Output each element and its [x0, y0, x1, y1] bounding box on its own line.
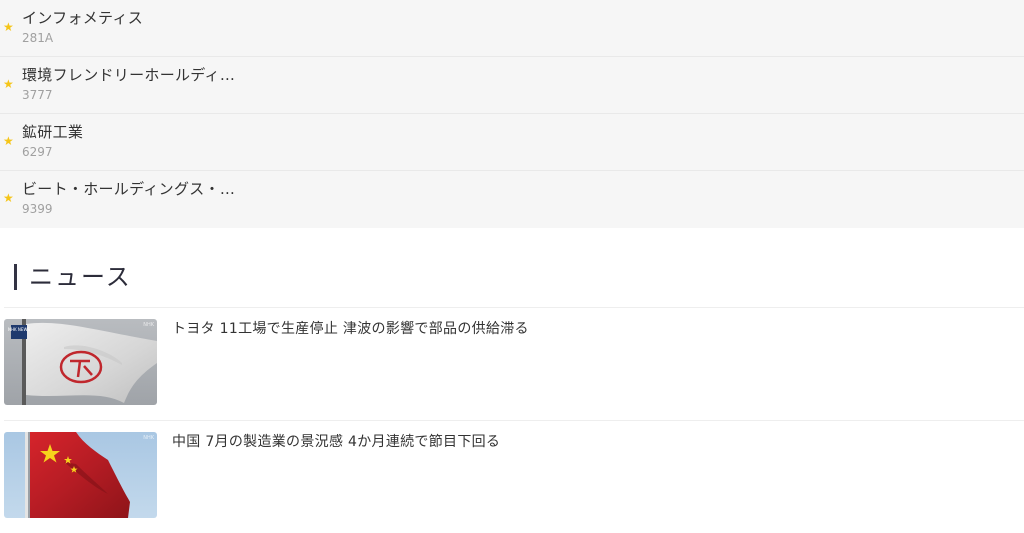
watchlist-item[interactable]: ★ ビート・ホールディングス・… 9399: [0, 171, 1024, 227]
news-item[interactable]: NHK NEWS NHK トヨタ 11工場で生産停止 津波の影響で部品の供給滞る: [4, 307, 1024, 420]
news-title[interactable]: トヨタ 11工場で生産停止 津波の影響で部品の供給滞る: [172, 320, 529, 338]
thumb-watermark: NHK: [143, 435, 155, 441]
stock-code: 6297: [22, 145, 53, 159]
thumb-watermark: NHK: [143, 322, 155, 328]
watchlist-item[interactable]: ★ インフォメティス 281A: [0, 0, 1024, 57]
news-heading-text: ニュース: [29, 263, 132, 291]
star-icon[interactable]: ★: [3, 192, 15, 204]
stock-code: 281A: [22, 31, 54, 45]
flag-china-icon: NHK: [4, 432, 157, 518]
stock-name: インフォメティス: [22, 9, 144, 27]
stock-code: 9399: [22, 202, 53, 216]
heading-accent-bar: [14, 264, 17, 290]
star-icon[interactable]: ★: [3, 21, 15, 33]
watchlist-item[interactable]: ★ 環境フレンドリーホールディ… 3777: [0, 57, 1024, 114]
news-title[interactable]: 中国 7月の製造業の景況感 4か月連続で節目下回る: [172, 433, 500, 451]
news-section-heading: ニュース: [14, 262, 132, 292]
stock-name: 環境フレンドリーホールディ…: [22, 66, 236, 84]
stock-name: ビート・ホールディングス・…: [22, 180, 236, 198]
flag-toyota-icon: NHK NEWS NHK: [4, 319, 157, 405]
star-icon[interactable]: ★: [3, 135, 15, 147]
star-icon[interactable]: ★: [3, 78, 15, 90]
watchlist-item[interactable]: ★ 鉱研工業 6297: [0, 114, 1024, 171]
stock-code: 3777: [22, 88, 53, 102]
stock-name: 鉱研工業: [22, 123, 84, 141]
news-item[interactable]: NHK 中国 7月の製造業の景況感 4か月連続で節目下回る: [4, 420, 1024, 533]
watchlist: ★ インフォメティス 281A ★ 環境フレンドリーホールディ… 3777 ★ …: [0, 0, 1024, 228]
news-thumbnail[interactable]: NHK: [4, 432, 157, 518]
news-thumbnail[interactable]: NHK NEWS NHK: [4, 319, 157, 405]
news-list: NHK NEWS NHK トヨタ 11工場で生産停止 津波の影響で部品の供給滞る: [4, 307, 1024, 533]
thumb-logo-text: NHK NEWS: [8, 327, 30, 332]
